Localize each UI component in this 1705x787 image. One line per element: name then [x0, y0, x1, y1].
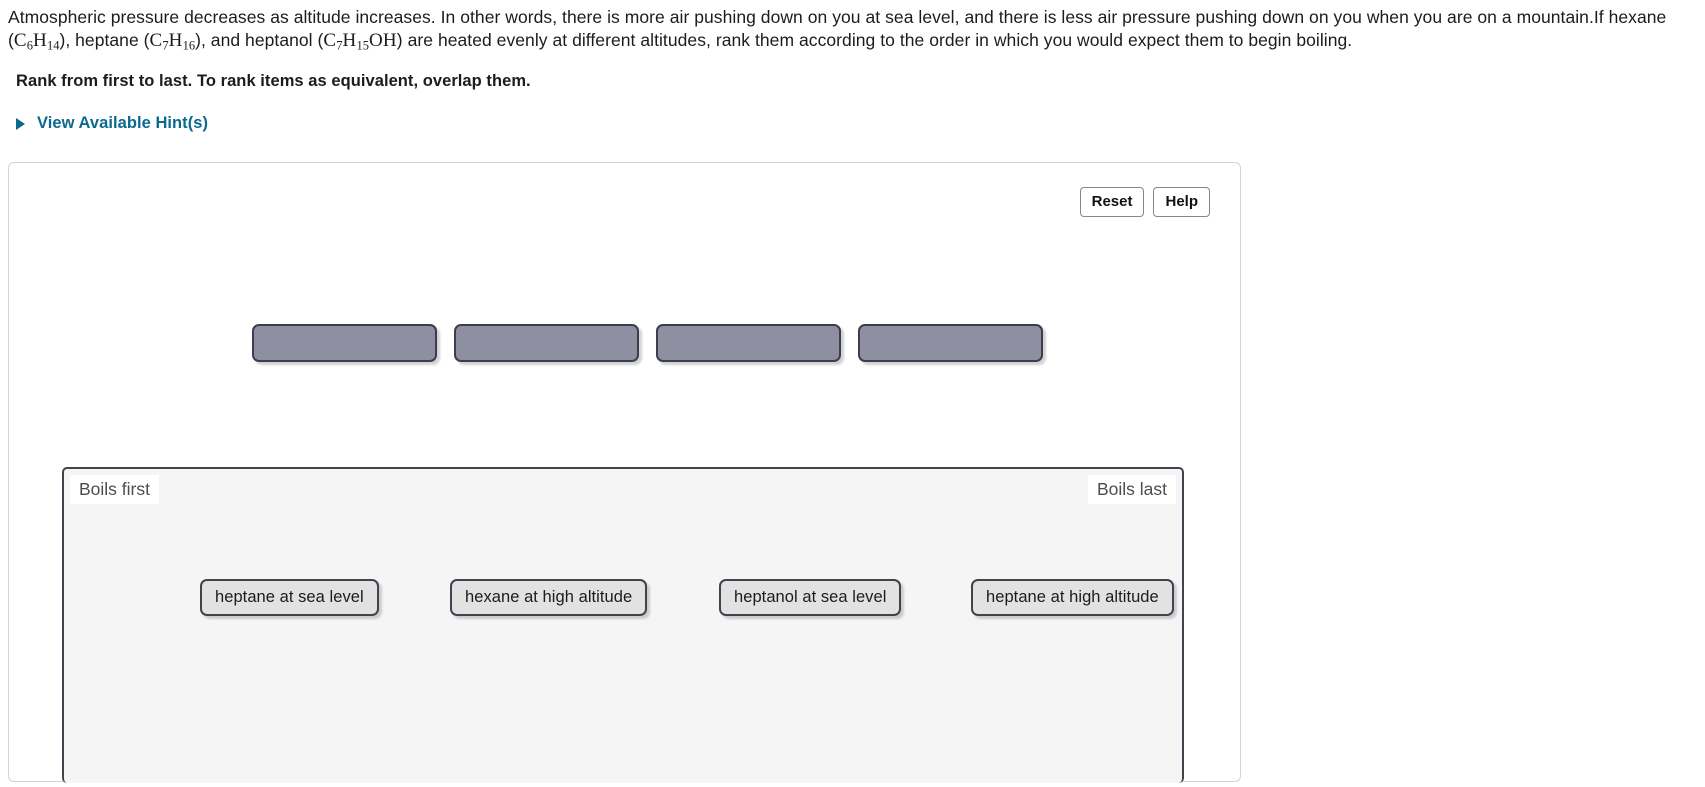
empty-slot[interactable] — [454, 324, 639, 362]
formula-heptanol-c: C — [323, 30, 337, 51]
rank-instruction: Rank from first to last. To rank items a… — [16, 72, 531, 90]
view-hints-label: View Available Hint(s) — [37, 114, 209, 132]
formula-heptane: C7H16 — [149, 30, 196, 53]
view-hints-toggle[interactable]: View Available Hint(s) — [14, 114, 208, 133]
question-area: Atmospheric pressure decreases as altitu… — [0, 0, 1705, 133]
formula-heptane-h: H — [168, 30, 183, 51]
question-text-part2: ), heptane ( — [59, 30, 150, 50]
formula-heptane-c: C — [149, 30, 163, 51]
empty-slot[interactable] — [858, 324, 1043, 362]
answer-panel: Reset Help Boils first Boils last heptan… — [8, 162, 1241, 783]
help-button[interactable]: Help — [1153, 187, 1210, 217]
rank-item-label: heptanol at sea level — [734, 588, 887, 606]
formula-heptanol-oh: OH — [368, 30, 397, 51]
empty-slot-strip — [252, 324, 1043, 362]
triangle-right-icon — [16, 117, 25, 130]
formula-heptanol: C7H15OH — [323, 30, 397, 53]
empty-slot[interactable] — [252, 324, 437, 362]
rank-item[interactable]: heptanol at sea level — [719, 579, 902, 616]
ranked-items-row: heptane at sea level hexane at high alti… — [64, 579, 1182, 623]
rank-item-label: hexane at high altitude — [465, 588, 633, 606]
rank-item[interactable]: heptane at sea level — [200, 579, 379, 616]
formula-hexane-c: C — [13, 30, 27, 51]
panel-toolbar: Reset Help — [1079, 187, 1210, 217]
formula-hexane-h: H — [33, 30, 47, 51]
bin-label-boils-last: Boils last — [1087, 475, 1176, 504]
empty-slot[interactable] — [656, 324, 841, 362]
formula-heptane-h-sub: 16 — [182, 38, 196, 53]
bin-label-boils-first: Boils first — [70, 475, 159, 504]
formula-hexane-h-sub: 14 — [46, 38, 60, 53]
formula-heptanol-h: H — [342, 30, 357, 51]
rank-item[interactable]: hexane at high altitude — [450, 579, 648, 616]
rank-item-label: heptane at high altitude — [986, 588, 1159, 606]
question-paragraph: Atmospheric pressure decreases as altitu… — [8, 6, 1697, 52]
ranking-bin[interactable]: Boils first Boils last heptane at sea le… — [62, 467, 1184, 783]
formula-heptanol-h-sub: 15 — [356, 38, 369, 53]
formula-hexane: C6H14 — [13, 30, 60, 53]
question-text-part3: ), and heptanol ( — [195, 30, 324, 50]
rank-item-label: heptane at sea level — [215, 588, 364, 606]
rank-item[interactable]: heptane at high altitude — [971, 579, 1174, 616]
reset-button[interactable]: Reset — [1079, 187, 1145, 217]
question-text-part4: ) are heated evenly at different altitud… — [396, 30, 1353, 50]
